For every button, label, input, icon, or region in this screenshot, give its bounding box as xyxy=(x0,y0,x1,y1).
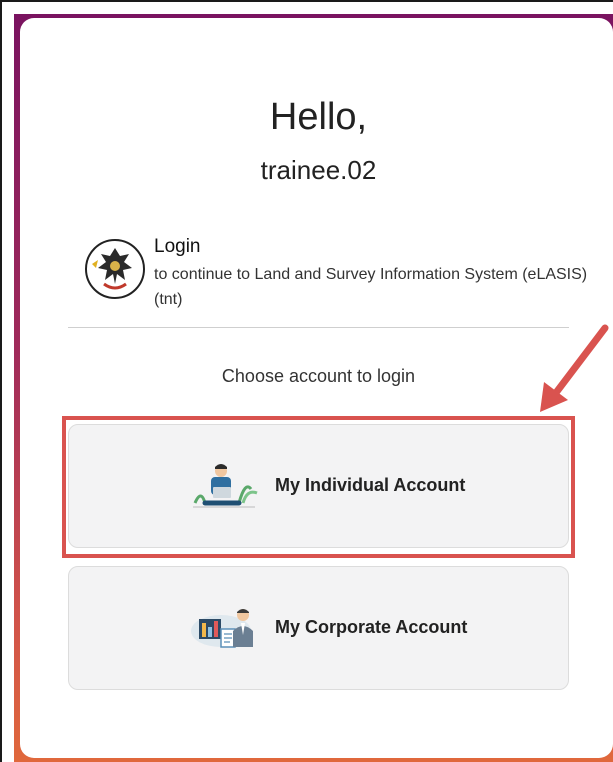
greeting-title: Hello, xyxy=(269,96,368,138)
choose-account-prompt: Choose account to login xyxy=(221,366,416,386)
arrow-annotation-icon xyxy=(540,324,609,412)
divider xyxy=(68,327,569,328)
username-label: trainee.02 xyxy=(260,155,377,185)
corporate-account-button[interactable]: My Corporate Account xyxy=(68,566,569,690)
highlight-box xyxy=(62,416,575,558)
login-card: Hello, trainee.02 Login to continue to L… xyxy=(20,18,613,758)
login-title: Login xyxy=(154,236,201,257)
login-info: Login to continue to Land and Survey Inf… xyxy=(84,232,604,312)
business-person-icon xyxy=(191,609,253,648)
login-description: to continue to Land and Survey Informati… xyxy=(154,266,588,308)
state-emblem-logo-icon xyxy=(85,239,145,299)
corporate-account-label: My Corporate Account xyxy=(275,617,468,637)
